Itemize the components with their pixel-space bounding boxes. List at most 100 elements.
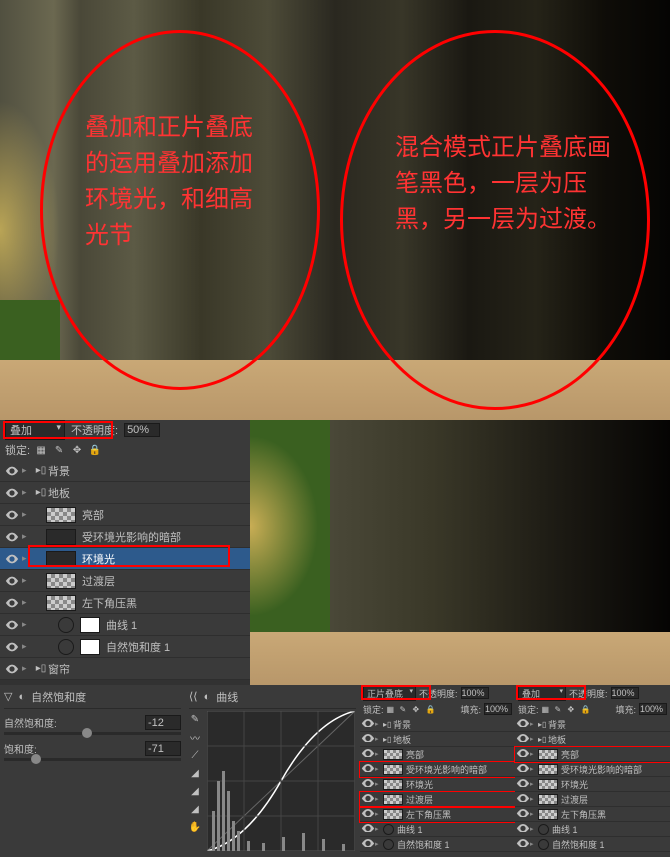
lock-paint-icon[interactable]: ✎ [52,443,66,457]
mini-layer-row[interactable]: ▸自然饱和度 1 [515,837,670,852]
mini-layer-row[interactable]: ▸▸▯地板 [515,732,670,747]
disclosure-icon[interactable]: ▸ [375,840,383,848]
disclosure-icon[interactable]: ▸ [22,575,34,586]
curves-draw-tool[interactable]: 〰 [187,729,203,745]
disclosure-icon[interactable]: ▸ [530,825,538,833]
visibility-toggle[interactable] [2,658,22,680]
visibility-toggle[interactable] [516,764,530,775]
disclosure-icon[interactable]: ▸ [375,795,383,803]
disclosure-icon[interactable]: ▸ [22,487,34,498]
disclosure-icon[interactable]: ▸ [375,765,383,773]
mini-layer-row[interactable]: ▸▸▯地板 [360,732,515,747]
visibility-toggle[interactable] [2,526,22,548]
eyedropper-gray[interactable]: ◢ [187,783,203,799]
vibrance-value-input[interactable] [145,715,181,730]
curves-graph[interactable] [207,711,355,851]
mini-layer-row[interactable]: ▸过渡层 [515,792,670,807]
saturation-slider[interactable] [4,758,181,761]
lock-paint-icon[interactable]: ✎ [400,705,410,714]
mini-layer-row[interactable]: ▸▸▯背景 [360,717,515,732]
mini-layer-thumb[interactable] [538,809,558,820]
lock-position-icon[interactable]: ✥ [70,443,84,457]
visibility-toggle[interactable] [516,809,530,820]
visibility-toggle[interactable] [516,734,530,745]
mini-layer-row[interactable]: ▸左下角压黑 [360,807,515,822]
eyedropper-white[interactable]: ◢ [187,801,203,817]
mini-layer-thumb[interactable] [383,809,403,820]
layer-thumb[interactable] [46,529,76,545]
eyedropper-black[interactable]: ◢ [187,765,203,781]
visibility-toggle[interactable] [361,719,375,730]
visibility-toggle[interactable] [516,719,530,730]
disclosure-icon[interactable]: ▸ [375,735,383,743]
disclosure-icon[interactable]: ▸ [22,509,34,520]
visibility-toggle[interactable] [2,570,22,592]
layer-thumb[interactable] [46,595,76,611]
mini-layer-row[interactable]: ▸曲线 1 [515,822,670,837]
visibility-toggle[interactable] [2,592,22,614]
lock-all-icon[interactable]: 🔒 [581,705,591,714]
disclosure-icon[interactable]: ▸ [530,810,538,818]
visibility-toggle[interactable] [516,824,530,835]
canvas-main[interactable]: 叠加和正片叠底的运用叠加添加环境光，和细高光节 混合模式正片叠底画笔黑色，一层为… [0,0,670,420]
mini-opacity-input[interactable] [461,687,489,699]
disclosure-icon[interactable]: ▸ [530,720,538,728]
visibility-toggle[interactable] [361,824,375,835]
layer-thumb[interactable] [46,573,76,589]
visibility-toggle[interactable] [516,839,530,850]
mini-layer-thumb[interactable] [383,764,403,775]
visibility-toggle[interactable] [2,548,22,570]
lock-paint-icon[interactable]: ✎ [555,705,565,714]
disclosure-icon[interactable]: ▸ [375,780,383,788]
curves-back-icon[interactable]: ⟨⟨ [189,690,198,703]
disclosure-icon[interactable]: ▸ [375,810,383,818]
mini-layer-row[interactable]: ▸▸▯背景 [515,717,670,732]
mini-layer-thumb[interactable] [383,839,394,850]
disclosure-icon[interactable]: ▸ [22,465,34,476]
mini-layer-row[interactable]: ▸环境光 [360,777,515,792]
disclosure-icon[interactable]: ▸ [22,597,34,608]
visibility-toggle[interactable] [516,779,530,790]
disclosure-icon[interactable]: ▸ [375,825,383,833]
curves-smooth-tool[interactable]: ⟋ [187,747,203,763]
disclosure-icon[interactable]: ▸ [530,750,538,758]
visibility-toggle[interactable] [516,794,530,805]
layer-mask-thumb[interactable] [80,617,100,633]
mini-fill-input[interactable] [484,703,512,715]
mini-layer-thumb[interactable] [538,779,558,790]
lock-transparency-icon[interactable]: ▦ [34,443,48,457]
mini-fill-input[interactable] [639,703,667,715]
disclosure-icon[interactable]: ▸ [530,795,538,803]
disclosure-icon[interactable]: ▸ [530,840,538,848]
layer-thumb[interactable] [58,639,74,655]
mini-layer-thumb[interactable] [383,824,394,835]
preview-right[interactable] [250,420,670,685]
visibility-toggle[interactable] [361,809,375,820]
disclosure-icon[interactable]: ▸ [22,641,34,652]
visibility-toggle[interactable] [2,504,22,526]
lock-all-icon[interactable]: 🔒 [88,443,102,457]
mini-layer-thumb[interactable] [383,779,403,790]
layer-mask-thumb[interactable] [80,639,100,655]
mini-layer-row[interactable]: ▸过渡层 [360,792,515,807]
lock-position-icon[interactable]: ✥ [568,705,578,714]
visibility-toggle[interactable] [2,614,22,636]
visibility-toggle[interactable] [2,636,22,658]
mini-layer-row[interactable]: ▸亮部 [360,747,515,762]
disclosure-icon[interactable]: ▸ [22,531,34,542]
mini-layer-row[interactable]: ▸受环境光影响的暗部 [360,762,515,777]
disclosure-icon[interactable]: ▸ [22,619,34,630]
mini-layer-row[interactable]: ▸受环境光影响的暗部 [515,762,670,777]
mini-layer-thumb[interactable] [538,749,558,760]
mini-layer-row[interactable]: ▸曲线 1 [360,822,515,837]
mini-layer-row[interactable]: ▸环境光 [515,777,670,792]
mini-layer-thumb[interactable] [383,794,403,805]
lock-transparency-icon[interactable]: ▦ [542,705,552,714]
mini-layer-thumb[interactable] [383,749,403,760]
disclosure-icon[interactable]: ▸ [375,750,383,758]
mini-layer-row[interactable]: ▸亮部 [515,747,670,762]
saturation-value-input[interactable] [145,741,181,756]
mini-opacity-input[interactable] [611,687,639,699]
disclosure-icon[interactable]: ▸ [530,735,538,743]
disclosure-icon[interactable]: ▸ [22,663,34,674]
